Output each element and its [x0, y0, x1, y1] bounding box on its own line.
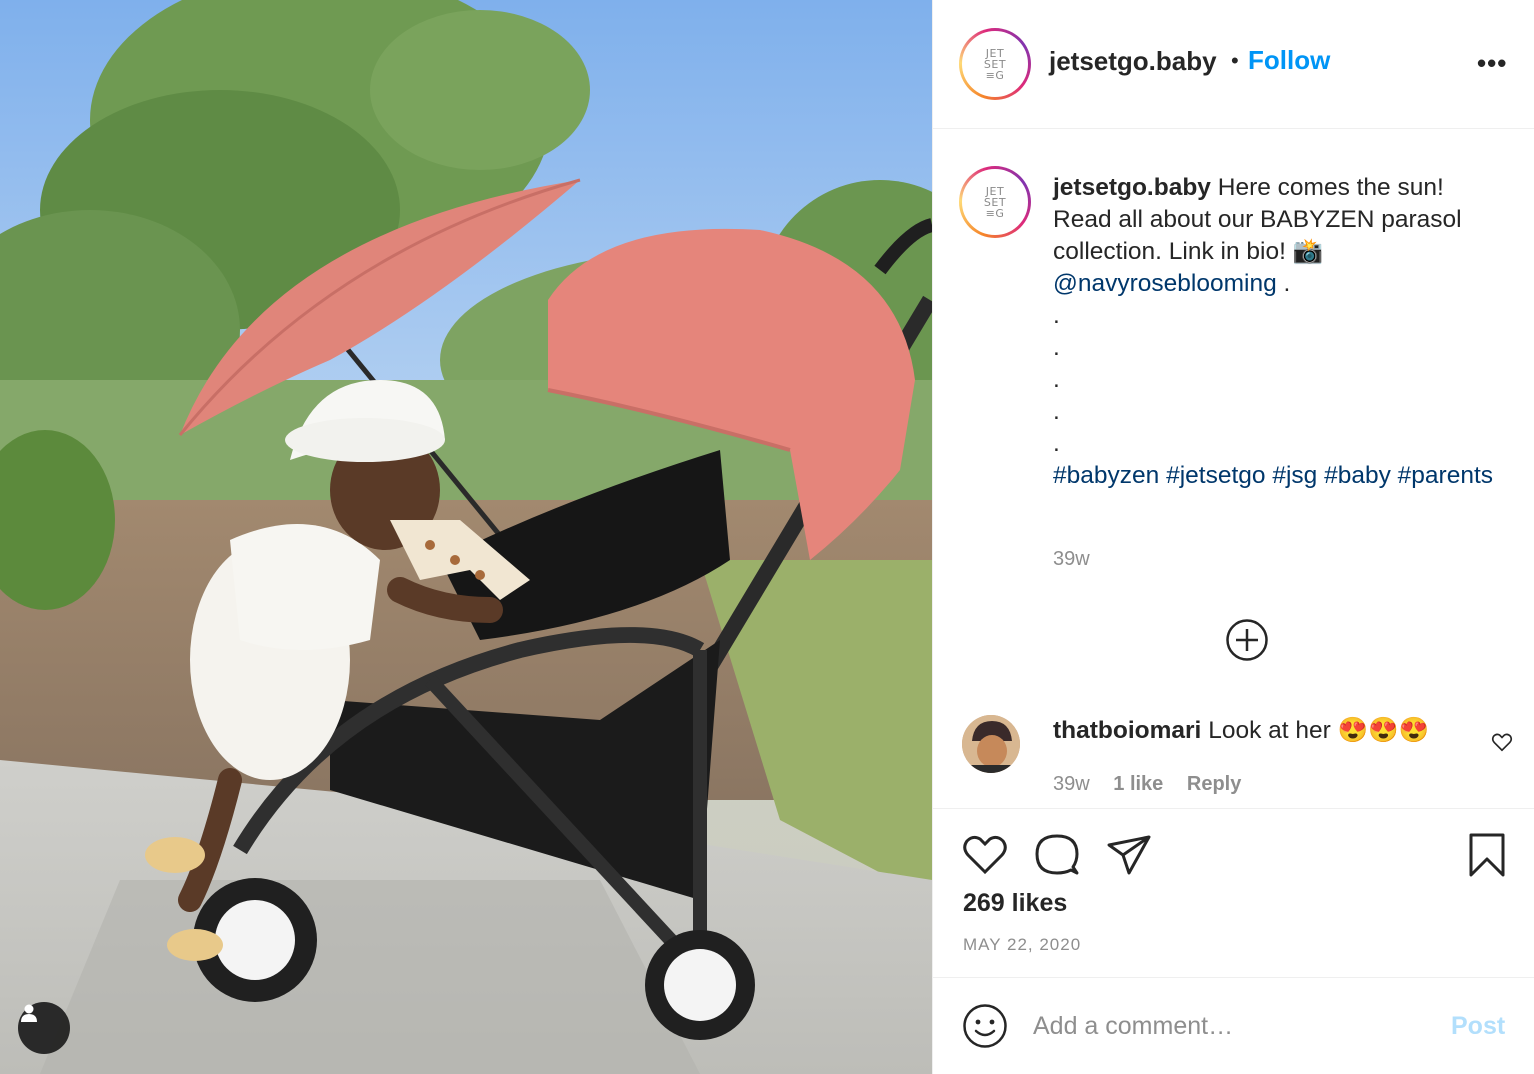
- likes-count[interactable]: 269 likes: [963, 889, 1067, 918]
- add-comment-bar: Post: [933, 978, 1534, 1074]
- caption-age[interactable]: 39w: [1053, 548, 1090, 571]
- comment-age[interactable]: 39w: [1053, 773, 1090, 795]
- hashtag[interactable]: #jsg: [1272, 462, 1317, 489]
- emoji-icon[interactable]: [962, 1003, 1008, 1049]
- more-options-icon[interactable]: •••: [1477, 48, 1507, 79]
- heart-icon[interactable]: [961, 831, 1009, 879]
- bookmark-icon[interactable]: [1463, 831, 1511, 879]
- comment-icon[interactable]: [1033, 831, 1081, 879]
- plus-circle-icon[interactable]: [1225, 618, 1269, 662]
- logo-line-2: SET: [983, 57, 1007, 71]
- commenter-username[interactable]: thatboiomari: [1053, 717, 1201, 744]
- jetsetgo-logo: JET SET ≡G: [962, 169, 1028, 235]
- jetsetgo-logo: JET SET ≡G: [962, 31, 1028, 97]
- dot-line: .: [1053, 366, 1060, 393]
- header-separator: •: [1231, 48, 1239, 73]
- post-header: JET SET ≡G jetsetgo.baby • Follow •••: [933, 0, 1534, 129]
- caption-mention[interactable]: @navyroseblooming: [1053, 270, 1277, 297]
- hashtag[interactable]: #baby: [1324, 462, 1391, 489]
- follow-button[interactable]: Follow: [1248, 45, 1330, 76]
- hashtag[interactable]: #jetsetgo: [1166, 462, 1265, 489]
- comment-text-row: thatboiomari Look at her 😍😍😍: [1053, 715, 1429, 747]
- tagged-users-button[interactable]: [18, 1002, 70, 1054]
- comment-like-heart-icon[interactable]: [1491, 731, 1513, 753]
- author-avatar[interactable]: JET SET ≡G: [959, 28, 1031, 100]
- comments-area: JET SET ≡G jetsetgo.baby Here comes the …: [933, 130, 1534, 810]
- caption-hashtags: #babyzen #jetsetgo #jsg #baby #parents: [1053, 460, 1503, 492]
- comment-meta: 39w 1 like Reply: [1053, 773, 1259, 796]
- dot-line: .: [1053, 334, 1060, 361]
- hashtag[interactable]: #parents: [1398, 462, 1493, 489]
- logo-line-3: ≡G: [985, 68, 1005, 82]
- post-date[interactable]: MAY 22, 2020: [963, 935, 1081, 955]
- logo-line-1: JET: [985, 184, 1005, 198]
- reply-button[interactable]: Reply: [1187, 773, 1241, 795]
- dot-line: .: [1053, 302, 1060, 329]
- commenter-photo: [962, 715, 1020, 773]
- comment-likes[interactable]: 1 like: [1113, 773, 1163, 795]
- hashtag[interactable]: #babyzen: [1053, 462, 1159, 489]
- post-sidebar: JET SET ≡G jetsetgo.baby • Follow ••• JE…: [932, 0, 1534, 1074]
- caption-dot-spacers: . . . . .: [1053, 300, 1503, 460]
- comment-body: Look at her 😍😍😍: [1208, 717, 1430, 744]
- comment-input[interactable]: [1033, 1006, 1433, 1046]
- mention-suffix: .: [1276, 270, 1291, 297]
- dot-line: .: [1053, 430, 1060, 457]
- comment-item: thatboiomari Look at her 😍😍😍 39w 1 like …: [933, 715, 1534, 810]
- share-icon[interactable]: [1105, 831, 1153, 879]
- commenter-avatar[interactable]: [962, 715, 1020, 773]
- author-username[interactable]: jetsetgo.baby: [1049, 46, 1217, 77]
- logo-line-3: ≡G: [985, 206, 1005, 220]
- caption-author-avatar[interactable]: JET SET ≡G: [959, 166, 1031, 238]
- caption-username[interactable]: jetsetgo.baby: [1053, 174, 1211, 201]
- logo-line-1: JET: [985, 46, 1005, 60]
- dot-line: .: [1053, 398, 1060, 425]
- post-actions: 269 likes MAY 22, 2020: [933, 808, 1534, 978]
- logo-line-2: SET: [983, 195, 1007, 209]
- post-comment-button[interactable]: Post: [1451, 1012, 1505, 1041]
- post-photo[interactable]: [0, 0, 932, 1074]
- user-tag-icon: [21, 1004, 37, 1022]
- post-caption: jetsetgo.baby Here comes the sun! Read a…: [1053, 172, 1503, 492]
- photo-illustration: [0, 0, 932, 1074]
